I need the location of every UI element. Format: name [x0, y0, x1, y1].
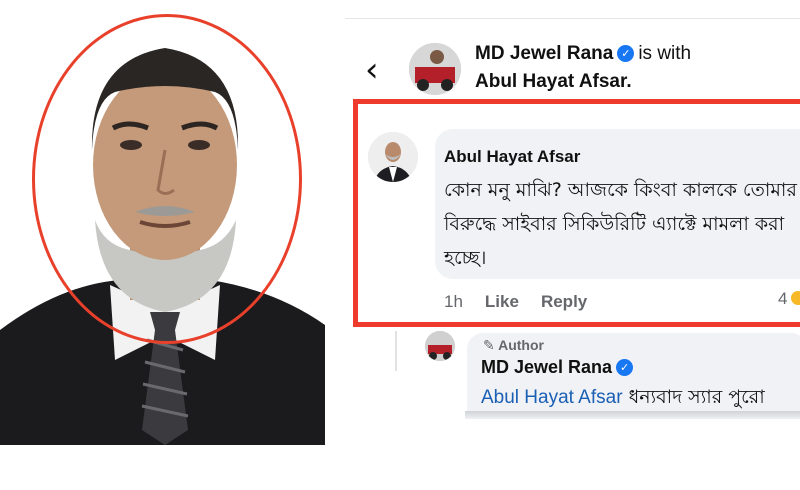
reply-author-name[interactable]: MD Jewel Rana [481, 357, 612, 377]
reply-fade [465, 411, 800, 419]
comment-line: বিরুদ্ধে সাইবার সিকিউরিটি এ্যাক্টে মামলা… [444, 213, 785, 235]
comment-line: হচ্ছে। [444, 247, 487, 269]
facebook-post-screenshot: ‹ MD Jewel Rana ✓ is with Abul Hayat Afsar… [345, 18, 800, 419]
verified-badge-icon: ✓ [616, 359, 634, 376]
chevron-left-icon[interactable]: ‹ [365, 53, 379, 87]
pencil-icon: ✎ [483, 337, 495, 353]
verified-badge-icon: ✓ [617, 45, 635, 62]
portrait-photo [0, 0, 325, 445]
post-author-avatar[interactable] [409, 43, 461, 95]
commenter-avatar[interactable] [368, 132, 418, 182]
thread-line [395, 331, 397, 371]
commenter-name[interactable]: Abul Hayat Afsar [444, 147, 580, 167]
post-header-line: MD Jewel Rana ✓ is with [475, 43, 691, 65]
comment-time: 1h [444, 292, 463, 311]
reaction-count[interactable]: 4 [778, 289, 800, 309]
reply-message: ধন্যবাদ স্যার পুরো [628, 386, 765, 408]
like-button[interactable]: Like [485, 292, 519, 311]
author-badge-label: Author [498, 337, 544, 353]
highlight-ring [32, 14, 302, 344]
reaction-number: 4 [778, 289, 788, 308]
highlighted-comment: Abul Hayat Afsar কোন মনু মাঝি? আজকে কিংব… [353, 99, 800, 327]
author-badge: ✎ Author [483, 337, 544, 354]
tagged-person[interactable]: Abul Hayat Afsar. [475, 71, 632, 93]
reply-author-avatar[interactable] [425, 331, 455, 361]
reply-button[interactable]: Reply [541, 292, 587, 311]
comment-line: কোন মনু মাঝি? আজকে কিংবা কালকে তোমার [444, 179, 797, 201]
haha-reaction-icon [791, 291, 800, 305]
post-author-name[interactable]: MD Jewel Rana [475, 43, 613, 64]
with-text: is with [638, 43, 692, 64]
comment-actions: 1h Like Reply [444, 292, 609, 312]
reply-mention[interactable]: Abul Hayat Afsar [481, 387, 623, 408]
comment-text: কোন মনু মাঝি? আজকে কিংবা কালকে তোমার বির… [444, 173, 800, 275]
reply-author-line: MD Jewel Rana ✓ [481, 357, 637, 378]
